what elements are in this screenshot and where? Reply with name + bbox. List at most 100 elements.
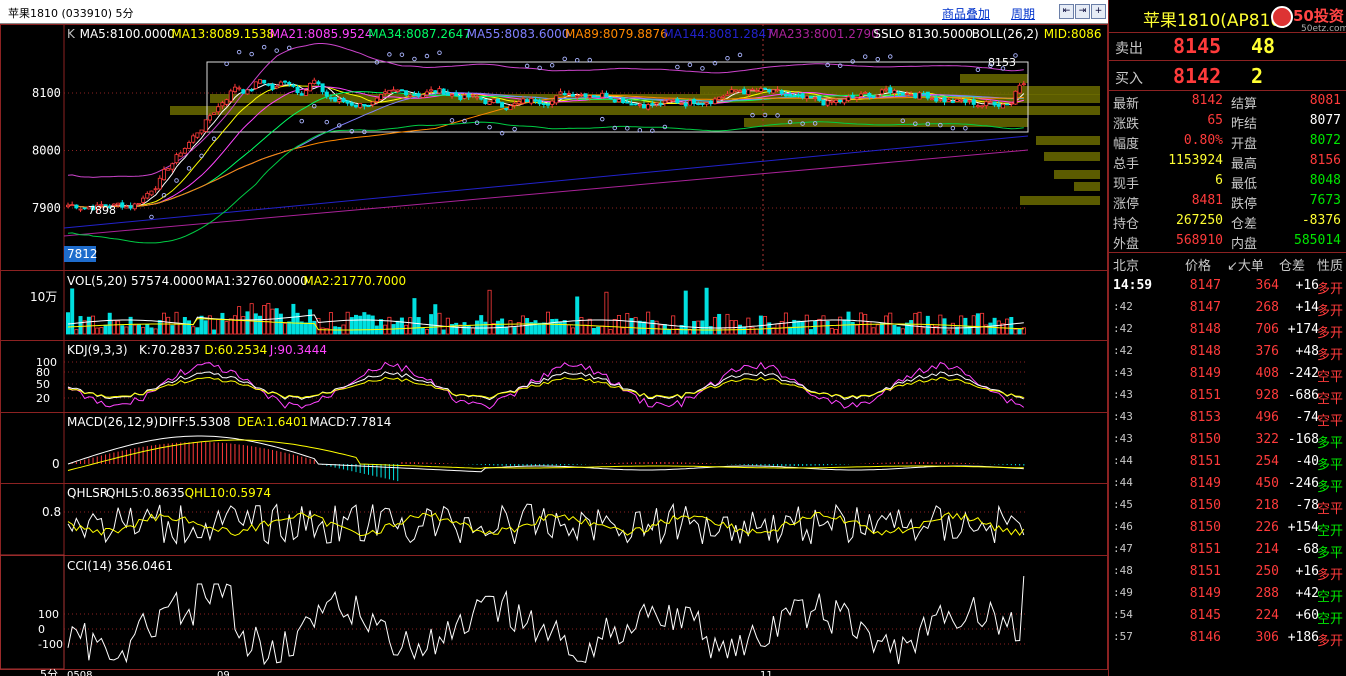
volume-bar	[533, 320, 538, 335]
volume-bar	[746, 317, 751, 335]
overlay-link[interactable]: 商品叠加	[942, 5, 990, 22]
candle-body	[900, 92, 905, 96]
tick-row[interactable]: :43 8153 496 -74 空平	[1109, 408, 1346, 430]
volume-bar	[303, 322, 308, 335]
volume-bar	[416, 317, 421, 335]
candle-body	[975, 105, 980, 108]
tick-row[interactable]: :57 8146 306 +186 多开	[1109, 628, 1346, 650]
tick-row[interactable]: :47 8151 214 -68 多平	[1109, 540, 1346, 562]
main-indicator-text: BOLL(26,2)	[972, 27, 1039, 41]
sar-dot	[687, 62, 693, 68]
volume-bar	[717, 313, 722, 335]
stat-row: 现手 6 最低 8048	[1109, 173, 1346, 193]
candle-body	[1021, 83, 1026, 86]
tick-price: 8145	[1189, 608, 1221, 623]
volume-bar	[704, 287, 709, 335]
stat-label-1: 现手	[1113, 177, 1140, 192]
expand-button[interactable]: +	[1091, 4, 1106, 19]
candle-body	[621, 97, 626, 104]
scroll-right-button[interactable]: ⇥	[1075, 4, 1090, 19]
tick-price: 8149	[1189, 476, 1221, 491]
volume-bar	[91, 315, 96, 335]
volume-bar	[754, 328, 759, 335]
volume-bar	[671, 315, 676, 335]
candle-body	[70, 204, 75, 207]
candle-body	[475, 96, 480, 99]
sar-dot	[387, 52, 392, 57]
candle-body	[763, 87, 768, 90]
volume-bar	[278, 313, 283, 335]
candle-body	[771, 89, 776, 94]
candle-body	[1013, 90, 1018, 105]
tick-row[interactable]: :43 8151 928 -686 空平	[1109, 386, 1346, 408]
volume-bar	[800, 321, 805, 335]
tick-row[interactable]: :43 8150 322 -168 多平	[1109, 430, 1346, 452]
volume-bar	[625, 312, 630, 335]
tick-row[interactable]: :44 8149 450 -246 多平	[1109, 474, 1346, 496]
candle-body	[207, 115, 212, 121]
tick-row[interactable]: :42 8147 268 +14 多开	[1109, 298, 1346, 320]
candle-body	[253, 81, 258, 89]
stat-value-1: 8142	[1191, 93, 1223, 108]
candle-body	[955, 98, 960, 102]
tick-row[interactable]: :42 8148 376 +48 多开	[1109, 342, 1346, 364]
candle-body	[679, 103, 684, 106]
tick-volume: 254	[1255, 454, 1279, 469]
tick-nature: 多开	[1317, 304, 1344, 319]
tick-row[interactable]: :54 8145 224 +60 空开	[1109, 606, 1346, 628]
tick-row[interactable]: 14:59 8147 364 +16 多开	[1109, 276, 1346, 298]
candle-body	[738, 90, 743, 93]
candle-body	[925, 91, 930, 99]
candle-body	[821, 99, 826, 106]
kline-chart[interactable]: 810080007900815378987812K MA5:8100.0000MA…	[0, 24, 1108, 676]
volume-profile-bar	[170, 106, 1100, 115]
tick-row[interactable]: :42 8148 706 +174 多开	[1109, 320, 1346, 342]
candle-body	[959, 99, 964, 102]
candle-body	[458, 95, 463, 100]
main-indicator-text: MA5:8100.0000	[80, 27, 175, 41]
tick-time: :47	[1113, 542, 1133, 555]
period-link[interactable]: 周期	[1011, 5, 1035, 22]
candle-body	[888, 87, 893, 93]
candle-body	[813, 97, 818, 99]
candle-body	[633, 103, 638, 106]
main-indicator-text: SSLO 8130.5000	[873, 27, 973, 41]
tick-row[interactable]: :48 8151 250 +16 多开	[1109, 562, 1346, 584]
tick-nature: 空平	[1317, 370, 1344, 385]
candle-body	[671, 99, 676, 102]
tick-pos-diff: -686	[1287, 388, 1319, 403]
main-indicator-text: MA144:8081.2847	[663, 27, 773, 41]
tick-row[interactable]: :45 8150 218 -78 空平	[1109, 496, 1346, 518]
tick-row[interactable]: :49 8149 288 +42 空开	[1109, 584, 1346, 606]
volume-bar	[629, 318, 634, 335]
tick-volume: 226	[1255, 520, 1279, 535]
candle-body	[721, 95, 726, 98]
candle-body	[128, 205, 133, 209]
volume-bar	[178, 323, 183, 335]
candle-body	[416, 93, 421, 97]
sar-dot	[224, 61, 229, 67]
candle-body	[324, 91, 329, 97]
candle-body	[792, 95, 797, 97]
tick-row[interactable]: :44 8151 254 -40 多平	[1109, 452, 1346, 474]
volume-bar	[341, 324, 346, 335]
sar-dot	[888, 54, 893, 59]
volume-bar	[257, 315, 262, 335]
candle-body	[971, 99, 976, 105]
volume-bar	[404, 324, 409, 335]
candle-body	[808, 96, 813, 99]
tick-pos-diff: +16	[1295, 564, 1319, 579]
stat-row: 涨跌 65 昨结 8077	[1109, 113, 1346, 133]
volume-bar	[157, 320, 162, 335]
candle-body	[479, 97, 484, 100]
scroll-left-button[interactable]: ⇤	[1059, 4, 1074, 19]
volume-bar	[520, 315, 525, 335]
candle-body	[938, 98, 943, 101]
volume-bar	[925, 315, 930, 335]
tick-row[interactable]: :43 8149 408 -242 空平	[1109, 364, 1346, 386]
tick-row[interactable]: :46 8150 226 +154 空开	[1109, 518, 1346, 540]
candle-body	[696, 103, 701, 106]
stat-value-1: 6	[1215, 173, 1223, 188]
candle-body	[178, 152, 183, 157]
volume-bar	[804, 314, 809, 335]
